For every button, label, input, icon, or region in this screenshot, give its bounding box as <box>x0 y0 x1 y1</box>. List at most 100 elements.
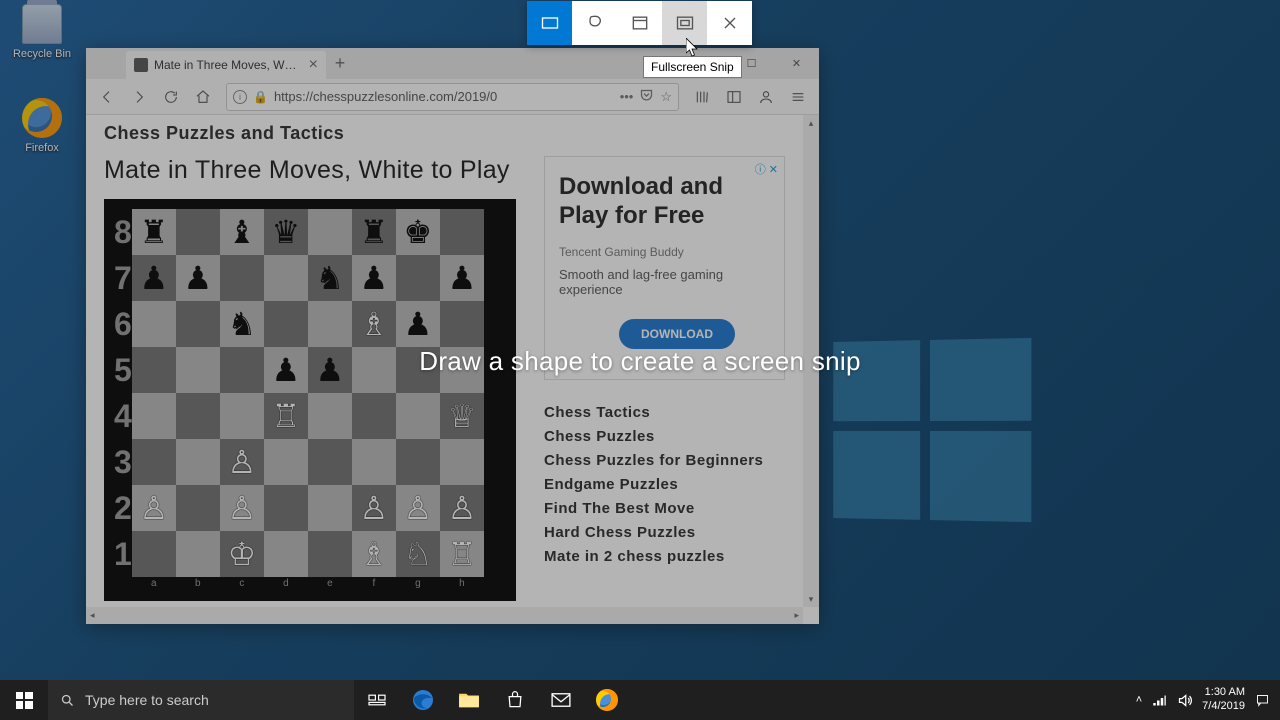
new-tab-button[interactable]: + <box>326 48 354 79</box>
snip-close-button[interactable] <box>707 1 752 45</box>
board-square[interactable]: ♙ <box>352 485 396 531</box>
account-button[interactable] <box>751 82 781 112</box>
board-square[interactable] <box>440 439 484 485</box>
taskbar-edge-icon[interactable] <box>400 680 446 720</box>
board-square[interactable] <box>176 485 220 531</box>
board-square[interactable] <box>308 301 352 347</box>
taskbar-firefox-icon[interactable] <box>584 680 630 720</box>
taskbar-explorer-icon[interactable] <box>446 680 492 720</box>
tag-link[interactable]: Hard Chess Puzzles <box>544 524 785 541</box>
snip-fullscreen-button[interactable] <box>662 1 707 45</box>
board-square[interactable] <box>220 255 264 301</box>
nav-home-button[interactable] <box>188 82 218 112</box>
desktop-icon-recycle-bin[interactable]: Recycle Bin <box>6 4 78 60</box>
board-square[interactable] <box>176 393 220 439</box>
library-button[interactable] <box>687 82 717 112</box>
board-square[interactable] <box>132 393 176 439</box>
board-square[interactable]: ♙ <box>132 485 176 531</box>
board-square[interactable] <box>440 301 484 347</box>
snip-window-button[interactable] <box>617 1 662 45</box>
board-square[interactable] <box>264 485 308 531</box>
system-tray[interactable]: ˄ 1:30 AM 7/4/2019 <box>1126 680 1280 720</box>
nav-reload-button[interactable] <box>156 82 186 112</box>
tag-link[interactable]: Find The Best Move <box>544 500 785 517</box>
board-square[interactable]: ♗ <box>352 531 396 577</box>
nav-forward-button[interactable] <box>124 82 154 112</box>
tray-notifications-icon[interactable] <box>1255 693 1270 708</box>
chess-board[interactable]: 8♜♝♛♜♚7♟♟♞♟♟6♞♗♟5♟♟4♖♕3♙2♙♙♙♙♙1♔♗♘♖abcde… <box>104 199 516 601</box>
tab-close-icon[interactable]: × <box>309 56 318 74</box>
ad-download-button[interactable]: DOWNLOAD <box>619 319 735 349</box>
board-square[interactable] <box>396 255 440 301</box>
nav-back-button[interactable] <box>92 82 122 112</box>
board-square[interactable] <box>132 439 176 485</box>
board-square[interactable]: ♟ <box>132 255 176 301</box>
board-square[interactable] <box>264 255 308 301</box>
task-view-button[interactable] <box>354 680 400 720</box>
board-square[interactable] <box>176 209 220 255</box>
snip-rectangular-button[interactable] <box>527 1 572 45</box>
window-close-button[interactable]: ✕ <box>774 48 819 79</box>
board-square[interactable]: ♛ <box>264 209 308 255</box>
board-square[interactable] <box>352 439 396 485</box>
tray-network-icon[interactable] <box>1152 693 1167 708</box>
board-square[interactable]: ♞ <box>220 301 264 347</box>
board-square[interactable]: ♔ <box>220 531 264 577</box>
board-square[interactable]: ♙ <box>220 439 264 485</box>
board-square[interactable] <box>308 531 352 577</box>
board-square[interactable]: ♜ <box>132 209 176 255</box>
board-square[interactable] <box>132 531 176 577</box>
start-button[interactable] <box>0 680 48 720</box>
bookmark-star-icon[interactable]: ☆ <box>660 89 672 105</box>
board-square[interactable] <box>220 393 264 439</box>
tag-link[interactable]: Chess Puzzles <box>544 428 785 445</box>
page-actions-icon[interactable]: ••• <box>620 89 634 104</box>
browser-tab[interactable]: Mate in Three Moves, White to × <box>126 51 326 79</box>
board-square[interactable] <box>308 485 352 531</box>
desktop-icon-firefox[interactable]: Firefox <box>6 98 78 154</box>
board-square[interactable] <box>396 439 440 485</box>
board-square[interactable] <box>264 301 308 347</box>
snip-freeform-button[interactable] <box>572 1 617 45</box>
sidebar-button[interactable] <box>719 82 749 112</box>
board-square[interactable] <box>308 209 352 255</box>
pocket-icon[interactable] <box>639 88 654 106</box>
board-square[interactable]: ♙ <box>220 485 264 531</box>
taskbar-mail-icon[interactable] <box>538 680 584 720</box>
board-square[interactable] <box>352 393 396 439</box>
menu-button[interactable] <box>783 82 813 112</box>
board-square[interactable] <box>264 531 308 577</box>
board-square[interactable]: ♟ <box>440 255 484 301</box>
board-square[interactable]: ♙ <box>440 485 484 531</box>
tag-link[interactable]: Endgame Puzzles <box>544 476 785 493</box>
board-square[interactable]: ♚ <box>396 209 440 255</box>
tray-volume-icon[interactable] <box>1177 693 1192 708</box>
board-square[interactable] <box>132 301 176 347</box>
board-square[interactable]: ♟ <box>396 301 440 347</box>
site-header[interactable]: Chess Puzzles and Tactics <box>86 115 803 152</box>
tag-link[interactable]: Chess Puzzles for Beginners <box>544 452 785 469</box>
board-square[interactable]: ♜ <box>352 209 396 255</box>
board-square[interactable] <box>308 393 352 439</box>
board-square[interactable]: ♙ <box>396 485 440 531</box>
taskbar-store-icon[interactable] <box>492 680 538 720</box>
tray-chevron-icon[interactable]: ˄ <box>1136 694 1142 706</box>
ad-info-icon[interactable]: ⓘ ✕ <box>755 161 778 177</box>
board-square[interactable]: ♖ <box>440 531 484 577</box>
board-square[interactable] <box>176 439 220 485</box>
taskbar-search[interactable]: Type here to search <box>48 680 354 720</box>
board-square[interactable] <box>176 301 220 347</box>
tag-link[interactable]: Mate in 2 chess puzzles <box>544 548 785 565</box>
board-square[interactable]: ♞ <box>308 255 352 301</box>
board-square[interactable]: ♟ <box>352 255 396 301</box>
board-square[interactable] <box>308 439 352 485</box>
board-square[interactable]: ♘ <box>396 531 440 577</box>
board-square[interactable]: ♟ <box>176 255 220 301</box>
board-square[interactable] <box>440 209 484 255</box>
board-square[interactable]: ♗ <box>352 301 396 347</box>
board-square[interactable]: ♝ <box>220 209 264 255</box>
board-square[interactable] <box>176 531 220 577</box>
tag-link[interactable]: Chess Tactics <box>544 404 785 421</box>
board-square[interactable] <box>264 439 308 485</box>
board-square[interactable] <box>396 393 440 439</box>
